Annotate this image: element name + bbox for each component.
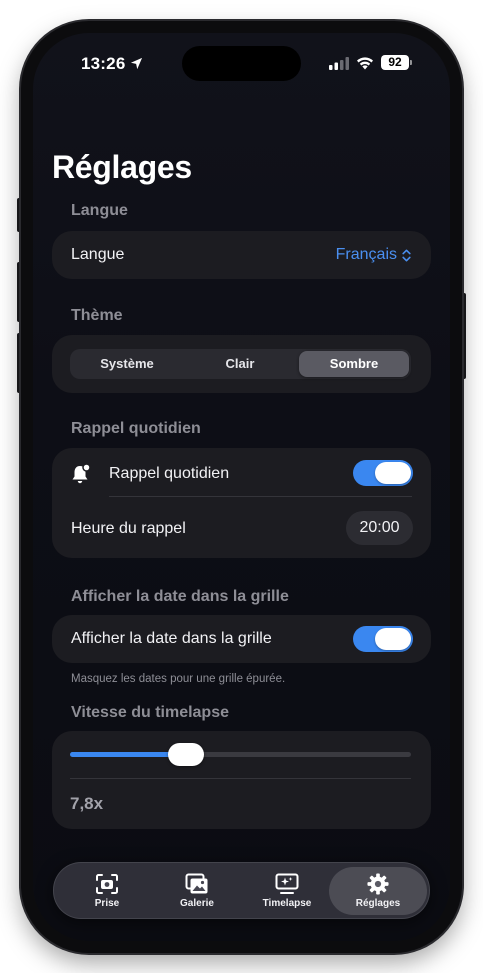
status-bar: 13:26 92: [33, 33, 450, 93]
battery-cap: [410, 60, 412, 65]
slider-thumb[interactable]: [167, 743, 204, 766]
status-time: 13:26: [81, 54, 126, 73]
toggle-knob: [375, 628, 411, 650]
tab-label: Galerie: [180, 898, 214, 909]
page-title: Réglages: [52, 149, 192, 185]
settings-screen: 13:26 92 Réglages Langue Langue Français: [33, 33, 450, 941]
gallery-icon: [185, 873, 208, 894]
row-divider: [70, 778, 411, 779]
section-label-reminder: Rappel quotidien: [71, 420, 201, 437]
grid-date-toggle[interactable]: [353, 626, 413, 652]
language-row-label: Langue: [71, 246, 125, 263]
timelapse-speed-slider[interactable]: [70, 743, 411, 766]
battery-indicator: 92: [381, 55, 409, 70]
theme-card: Système Clair Sombre: [52, 335, 431, 393]
reminder-toggle[interactable]: [353, 460, 413, 486]
dynamic-island: [182, 46, 301, 81]
timelapse-card: 7,8x: [52, 731, 431, 829]
reminder-toggle-label: Rappel quotidien: [109, 465, 230, 482]
grid-date-footnote: Masquez les dates pour une grille épurée…: [71, 673, 286, 685]
cellular-signal-icon: [329, 57, 349, 70]
grid-date-card: Afficher la date dans la grille: [52, 615, 431, 663]
tab-label: Prise: [94, 898, 120, 909]
chevron-up-down-icon: [402, 249, 411, 261]
toggle-knob: [375, 462, 411, 484]
tab-reglages[interactable]: Réglages: [329, 867, 427, 915]
reminder-time-picker[interactable]: 20:00: [346, 511, 413, 545]
reminder-card: Rappel quotidien Heure du rappel 20:00: [52, 448, 431, 558]
section-label-theme: Thème: [71, 307, 123, 324]
tab-galerie[interactable]: Galerie: [149, 867, 245, 915]
language-card[interactable]: Langue Français: [52, 231, 431, 279]
section-label-timelapse-speed: Vitesse du timelapse: [71, 704, 229, 721]
tab-label: Timelapse: [262, 898, 312, 909]
tab-prise[interactable]: Prise: [59, 867, 155, 915]
theme-segmented-control: Système Clair Sombre: [70, 349, 411, 379]
grid-date-toggle-label: Afficher la date dans la grille: [71, 630, 272, 647]
section-label-grid-date: Afficher la date dans la grille: [71, 588, 289, 605]
row-divider: [109, 496, 412, 497]
theme-option-dark[interactable]: Sombre: [299, 351, 409, 377]
timelapse-icon: [275, 873, 299, 894]
language-picker[interactable]: Français: [336, 246, 411, 264]
theme-option-system[interactable]: Système: [72, 351, 182, 377]
gear-icon: [367, 873, 389, 895]
language-value: Français: [335, 246, 397, 263]
reminder-time-label: Heure du rappel: [71, 520, 186, 537]
location-arrow-icon: [130, 57, 143, 70]
theme-option-light[interactable]: Clair: [185, 351, 295, 377]
wifi-icon: [357, 57, 373, 70]
timelapse-speed-value: 7,8x: [70, 794, 104, 813]
camera-icon: [96, 874, 118, 894]
bell-badge-icon: [72, 463, 91, 484]
section-label-language: Langue: [71, 202, 128, 219]
power-button: [462, 293, 466, 379]
tab-bar: Prise Galerie Timelapse Réglages: [53, 862, 430, 919]
tab-timelapse[interactable]: Timelapse: [239, 867, 335, 915]
tab-label: Réglages: [355, 898, 401, 909]
